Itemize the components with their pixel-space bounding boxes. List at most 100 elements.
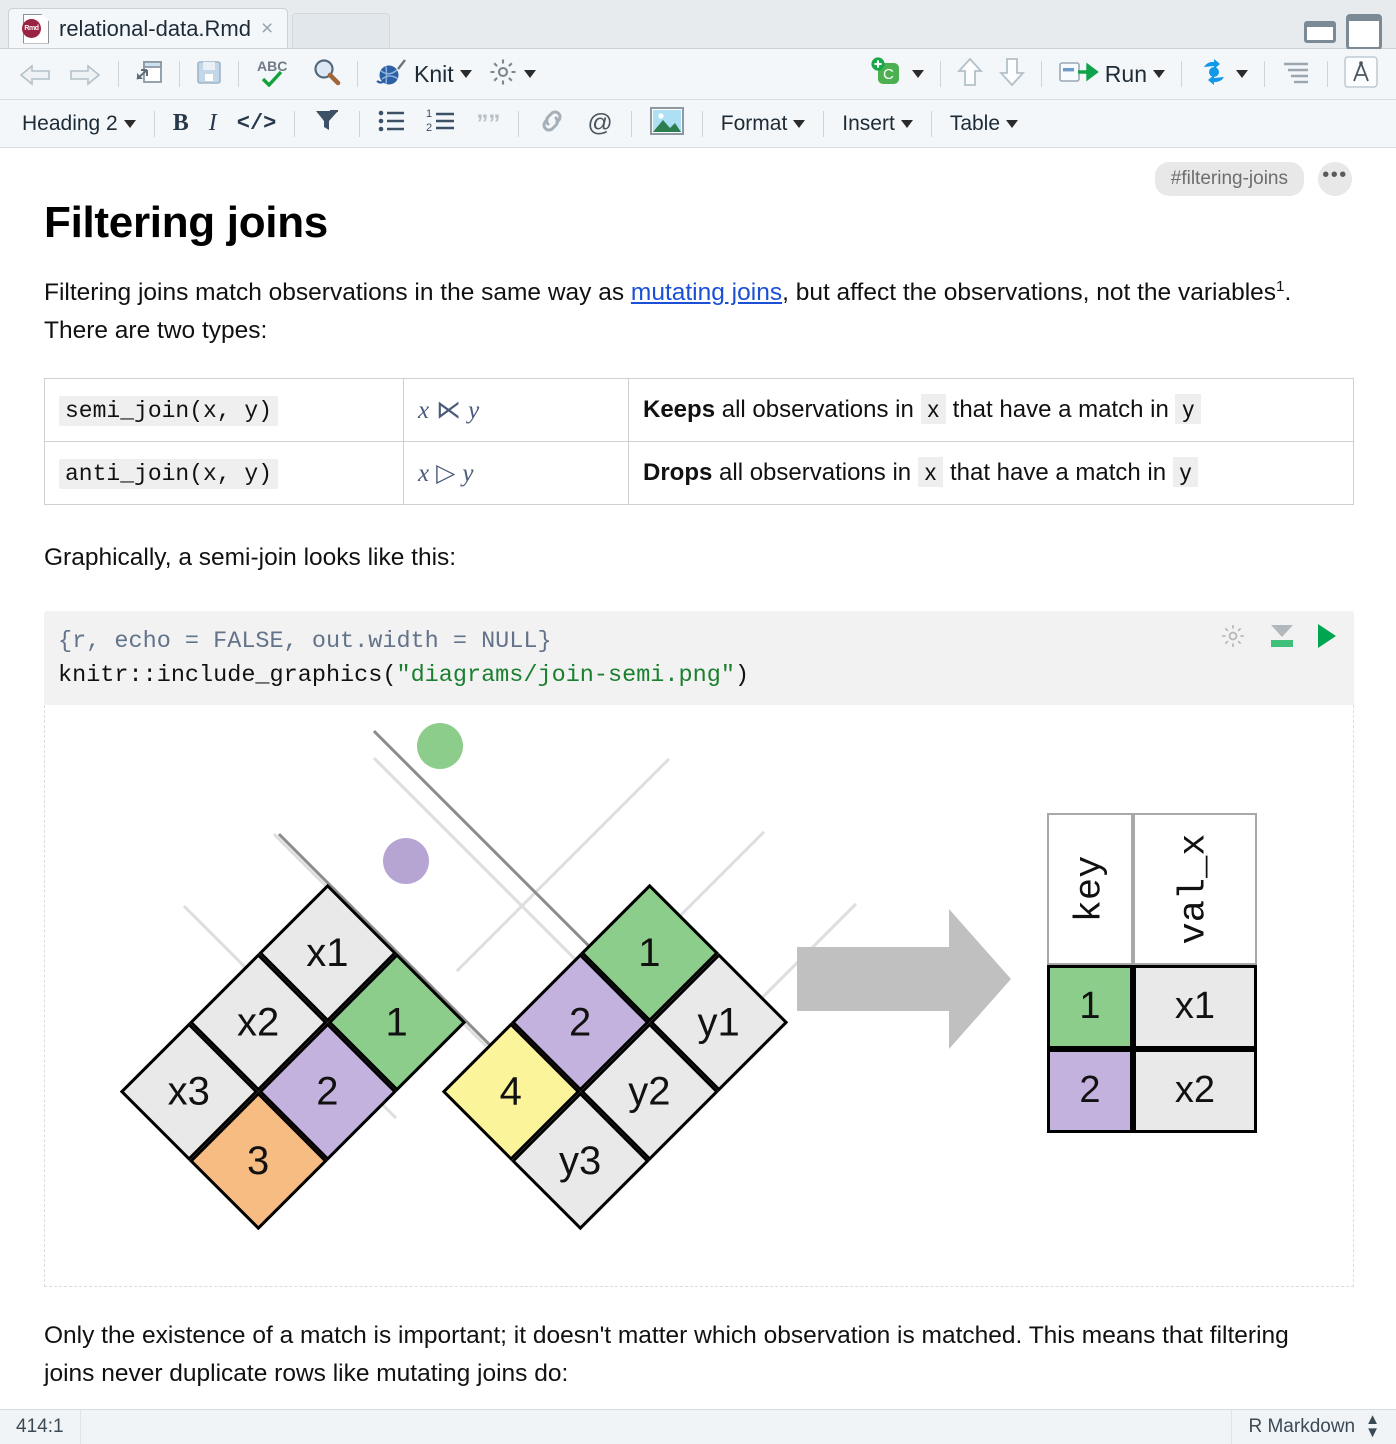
toolbar-divider xyxy=(359,111,360,137)
semi-join-diagram: x1 1 x2 2 x3 3 1 y1 2 y2 4 y3 xyxy=(45,705,1353,1286)
semi-join-verb: Keeps xyxy=(643,396,715,423)
anti-join-desc-2: that have a match in xyxy=(943,459,1172,486)
citation-button[interactable]: @ xyxy=(577,105,622,143)
toolbar-divider xyxy=(1264,61,1265,87)
numbered-list-button[interactable]: 12 xyxy=(416,105,466,143)
run-current-chunk-icon[interactable] xyxy=(1318,624,1336,648)
maximize-pane-icon[interactable] xyxy=(1346,14,1382,50)
document-outline-button[interactable] xyxy=(1273,54,1319,94)
up-down-stepper-icon: ▲▼ xyxy=(1365,1414,1380,1440)
open-in-new-window-button[interactable] xyxy=(127,54,171,94)
chunk-header: {r, echo = FALSE, out.width = NULL} xyxy=(58,628,552,655)
anti-join-description-cell: Drops all observations in x that have a … xyxy=(629,441,1354,504)
chevron-down-icon[interactable] xyxy=(460,70,472,78)
next-chunk-button[interactable] xyxy=(991,54,1033,94)
code-chunk[interactable]: {r, echo = FALSE, out.width = NULL} knit… xyxy=(44,611,1354,705)
clear-formatting-button[interactable] xyxy=(303,105,351,143)
chunk-code[interactable]: {r, echo = FALSE, out.width = NULL} knit… xyxy=(58,625,1336,693)
more-options-button[interactable]: ••• xyxy=(1318,162,1352,196)
previous-chunk-button[interactable] xyxy=(949,54,991,94)
match-dot-key-2 xyxy=(383,838,429,884)
italic-button[interactable]: I xyxy=(199,105,227,143)
table-menu[interactable]: Table xyxy=(940,105,1028,143)
back-button[interactable] xyxy=(10,54,60,94)
visual-editor-icon xyxy=(1344,56,1378,93)
heading-anchor-chip[interactable]: #filtering-joins xyxy=(1155,162,1304,196)
semi-join-desc-2: that have a match in xyxy=(946,396,1175,423)
table-menu-label: Table xyxy=(950,112,1000,136)
editor-toolbar: ABC Knit C xyxy=(0,49,1396,100)
close-icon[interactable]: × xyxy=(261,18,273,39)
toolbar-divider xyxy=(238,61,239,87)
block-style-dropdown[interactable]: Heading 2 xyxy=(12,105,146,143)
save-button[interactable] xyxy=(188,54,230,94)
chevron-down-icon xyxy=(124,120,136,128)
toolbar-divider xyxy=(357,61,358,87)
anti-join-verb: Drops xyxy=(643,459,712,486)
format-menu-label: Format xyxy=(721,112,788,136)
insert-image-button[interactable] xyxy=(640,105,694,143)
anti-join-kbd-x: x xyxy=(918,457,944,487)
blockquote-label: ”” xyxy=(476,110,500,138)
result-val-cell: x1 xyxy=(1133,965,1257,1049)
rmd-file-icon: Rmd xyxy=(23,14,49,44)
chevron-down-icon[interactable] xyxy=(1236,70,1248,78)
chevron-down-icon[interactable] xyxy=(912,70,924,78)
document-canvas[interactable]: #filtering-joins ••• Filtering joins Fil… xyxy=(0,148,1396,1409)
knit-button[interactable]: Knit xyxy=(366,54,480,94)
insert-chunk-icon: C xyxy=(870,57,906,92)
insert-menu-label: Insert xyxy=(842,112,895,136)
link-icon xyxy=(537,107,567,140)
cursor-position[interactable]: 414:1 xyxy=(0,1410,80,1444)
knit-label: Knit xyxy=(414,61,454,88)
tab-bar: Rmd relational-data.Rmd × xyxy=(0,0,1396,49)
document-type-label: R Markdown xyxy=(1248,1416,1355,1438)
table-row: anti_join(x, y) x▷y Drops all observatio… xyxy=(45,441,1354,504)
join-types-table: semi_join(x, y) x⋉y Keeps all observatio… xyxy=(44,378,1354,505)
math-y: y xyxy=(468,397,479,424)
anti-join-code-cell: anti_join(x, y) xyxy=(45,441,404,504)
insert-menu[interactable]: Insert xyxy=(832,105,923,143)
clear-formatting-icon xyxy=(313,107,341,140)
find-replace-icon xyxy=(311,57,341,92)
run-all-chunks-above-icon[interactable] xyxy=(1268,623,1296,649)
match-dot-key-1 xyxy=(417,723,463,769)
toolbar-divider xyxy=(518,111,519,137)
toolbar-divider xyxy=(154,111,155,137)
toolbar-divider xyxy=(1041,61,1042,87)
visual-editor-toggle[interactable] xyxy=(1336,54,1386,94)
minimize-pane-icon[interactable] xyxy=(1304,21,1336,43)
run-button[interactable]: Run xyxy=(1050,54,1173,94)
bold-button[interactable]: B xyxy=(163,105,199,143)
result-key-cell: 1 xyxy=(1047,965,1133,1049)
code-button[interactable]: </> xyxy=(227,105,287,143)
result-header-val: val_x xyxy=(1133,813,1257,965)
rerun-chunks-button[interactable] xyxy=(1190,54,1256,94)
find-replace-button[interactable] xyxy=(303,54,349,94)
forward-button[interactable] xyxy=(60,54,110,94)
bullet-list-button[interactable] xyxy=(368,105,416,143)
pane-window-controls xyxy=(1304,14,1382,50)
insert-chunk-button[interactable]: C xyxy=(862,54,932,94)
format-menu[interactable]: Format xyxy=(711,105,816,143)
blockquote-button[interactable]: ”” xyxy=(466,105,510,143)
semi-join-desc-1: all observations in xyxy=(715,396,920,423)
mutating-joins-link[interactable]: mutating joins xyxy=(631,279,782,306)
result-val-cell: x2 xyxy=(1133,1049,1257,1133)
status-divider xyxy=(80,1410,81,1444)
link-button[interactable] xyxy=(527,105,577,143)
spellcheck-button[interactable]: ABC xyxy=(247,54,303,94)
bold-label: B xyxy=(173,110,189,137)
chunk-options-gear-icon[interactable] xyxy=(1220,623,1246,649)
semi-join-kbd-x: x xyxy=(921,394,947,424)
chevron-down-icon[interactable] xyxy=(1153,70,1165,78)
output-options-button[interactable] xyxy=(480,54,544,94)
document-type-selector[interactable]: R Markdown ▲▼ xyxy=(1232,1410,1396,1444)
math-x: x xyxy=(418,460,429,487)
chevron-down-icon[interactable] xyxy=(524,70,536,78)
knit-yarn-icon xyxy=(374,57,408,92)
rerun-chunks-icon xyxy=(1198,58,1230,91)
tab-relational-data-rmd[interactable]: Rmd relational-data.Rmd × xyxy=(8,8,288,48)
status-right-group: R Markdown ▲▼ xyxy=(1231,1410,1396,1444)
run-label: Run xyxy=(1105,61,1147,88)
